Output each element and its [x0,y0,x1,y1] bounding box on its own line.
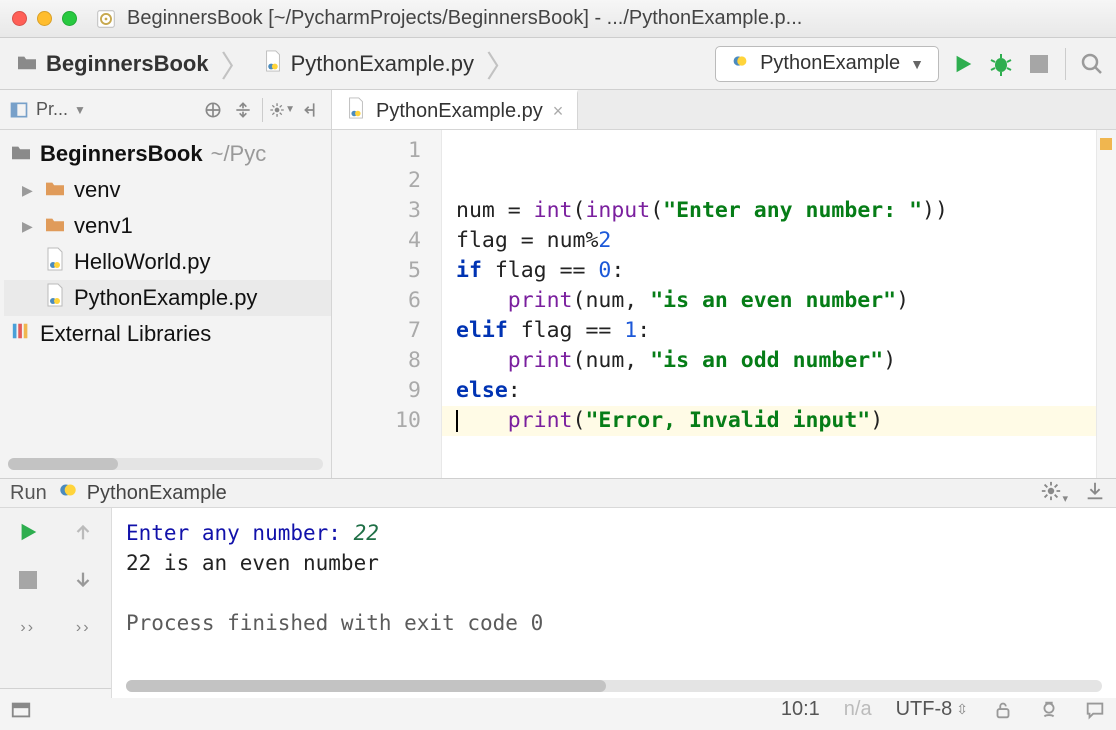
breadcrumb-separator: 〉 [215,42,257,86]
main: Pr...▼ ▼ BeginnersBook ~/Pyc ▶ venv ▶ v [0,90,1116,478]
up-trace-button[interactable] [69,518,97,546]
search-everywhere-button[interactable] [1078,50,1106,78]
console-output[interactable]: Enter any number: 22 22 is an even numbe… [112,508,1116,698]
run-body: ›› ›› Enter any number: 22 22 is an even… [0,508,1116,698]
editor-tabs: PythonExample.py × [332,90,1116,130]
stop-button[interactable] [1025,50,1053,78]
minimize-window-button[interactable] [37,11,52,26]
rerun-button[interactable] [14,518,42,546]
toolbar-divider [1065,48,1066,80]
python-file-icon [346,97,366,125]
tree-file-helloworld[interactable]: HelloWorld.py [4,244,331,280]
toolbar-divider [262,98,263,122]
run-panel: Run PythonExample ▾ ›› ›› Enter any numb… [0,478,1116,688]
warning-marker[interactable] [1100,138,1112,150]
dropdown-icon: ▼ [910,56,924,72]
run-button[interactable] [949,50,977,78]
folder-icon [16,51,38,77]
tool-windows-button[interactable] [10,699,32,721]
file-encoding[interactable]: UTF-8⇳ [896,698,968,721]
titlebar: BeginnersBook [~/PycharmProjects/Beginne… [0,0,1116,38]
settings-button[interactable]: ▼ [269,97,295,123]
error-stripe[interactable] [1096,130,1116,478]
tree-dir-venv1[interactable]: ▶ venv1 [4,208,331,244]
folder-icon [44,177,66,203]
tree-dir-venv[interactable]: ▶ venv [4,172,331,208]
tree-external-libraries[interactable]: External Libraries [4,316,331,352]
download-button[interactable] [1084,480,1106,507]
run-panel-config[interactable]: PythonExample [57,479,227,507]
breadcrumb-file-label: PythonExample.py [291,51,474,77]
line-gutter[interactable]: 1 2 3 4 5 6 7 8 9 10 [332,130,442,478]
stop-run-button[interactable] [14,566,42,594]
stop-icon [1030,55,1048,73]
run-config-select[interactable]: PythonExample ▼ [715,46,939,82]
hide-panel-button[interactable] [299,97,325,123]
python-file-icon [263,50,283,78]
run-panel-header: Run PythonExample ▾ [0,479,1116,508]
code-area[interactable]: 1 2 3 4 5 6 7 8 9 10 num = int(input("En… [332,130,1116,478]
project-view-button[interactable] [6,97,32,123]
inspections-button[interactable] [1038,699,1060,721]
window-controls [12,11,77,26]
project-toolbar: Pr...▼ ▼ [0,90,331,130]
toolbar-right: PythonExample ▼ [715,46,1106,82]
project-tree[interactable]: BeginnersBook ~/Pyc ▶ venv ▶ venv1 Hello… [0,130,331,454]
run-panel-label: Run [10,482,47,505]
close-tab-button[interactable]: × [553,101,564,122]
python-icon [730,50,750,78]
python-file-icon [44,247,66,277]
readonly-toggle[interactable] [992,699,1014,721]
maximize-window-button[interactable] [62,11,77,26]
folder-icon [10,141,32,167]
close-window-button[interactable] [12,11,27,26]
expand-icon[interactable]: ▶ [22,182,36,199]
console-scrollbar[interactable] [126,680,1102,692]
editor: PythonExample.py × 1 2 3 4 5 6 7 8 9 10 … [332,90,1116,478]
run-tool-buttons: ›› ›› [0,508,112,698]
app-icon [95,8,117,30]
more-run-left[interactable]: ›› [14,614,42,642]
scrollbar-thumb[interactable] [8,458,118,470]
expand-icon[interactable]: ▶ [22,218,36,235]
collapse-all-button[interactable] [230,97,256,123]
folder-icon [44,213,66,239]
feedback-button[interactable] [1084,699,1106,721]
code-content[interactable]: num = int(input("Enter any number: ")) f… [442,130,1096,478]
editor-tab-pythonexample[interactable]: PythonExample.py × [332,90,578,129]
scrollbar-thumb[interactable] [126,680,606,692]
project-toolbar-label[interactable]: Pr...▼ [36,99,196,120]
run-settings-button[interactable]: ▾ [1040,480,1068,507]
down-trace-button[interactable] [69,566,97,594]
dropdown-icon: ▼ [74,103,86,117]
python-file-icon [44,283,66,313]
project-sidebar: Pr...▼ ▼ BeginnersBook ~/Pyc ▶ venv ▶ v [0,90,332,478]
window-title: BeginnersBook [~/PycharmProjects/Beginne… [127,7,1104,30]
library-icon [10,321,32,347]
breadcrumb-project[interactable]: BeginnersBook [10,46,215,82]
line-separator[interactable]: n/a [844,698,872,721]
python-icon [57,479,79,507]
navbar: BeginnersBook 〉 PythonExample.py 〉 Pytho… [0,38,1116,90]
editor-tab-label: PythonExample.py [376,100,543,123]
tree-root[interactable]: BeginnersBook ~/Pyc [4,136,331,172]
tree-file-pythonexample[interactable]: PythonExample.py [4,280,331,316]
breadcrumb-file[interactable]: PythonExample.py [257,46,480,82]
breadcrumb-separator: 〉 [480,42,522,86]
more-run-right[interactable]: ›› [69,614,97,642]
debug-button[interactable] [987,50,1015,78]
breadcrumb-project-label: BeginnersBook [46,51,209,77]
caret-position[interactable]: 10:1 [781,698,820,721]
scroll-from-source-button[interactable] [200,97,226,123]
project-scrollbar[interactable] [8,458,323,470]
run-config-label: PythonExample [760,52,900,75]
